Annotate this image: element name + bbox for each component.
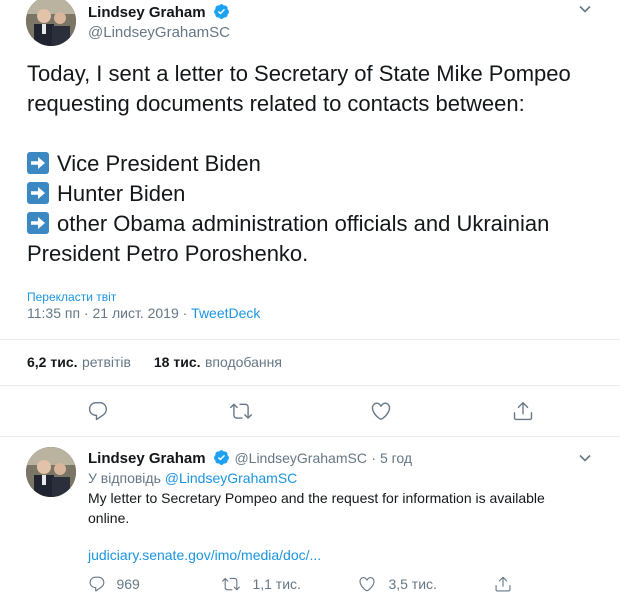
- likes-stat[interactable]: 18 тис. вподобання: [154, 354, 282, 371]
- translate-tweet-link[interactable]: Перекласти твіт: [27, 290, 116, 304]
- verified-badge-icon: [213, 449, 230, 466]
- tweet-timestamp: 11:35 пп · 21 лист. 2019 · TweetDeck: [27, 305, 261, 321]
- arrow-right-icon: [27, 212, 49, 234]
- chevron-down-icon[interactable]: [578, 2, 592, 16]
- share-icon[interactable]: [512, 400, 534, 422]
- like-icon[interactable]: [370, 400, 392, 422]
- reply-text: My letter to Secretary Pompeo and the re…: [88, 490, 545, 526]
- author-avatar[interactable]: [26, 0, 76, 46]
- reply-action-like[interactable]: 3,5 тис.: [358, 575, 437, 594]
- author-name[interactable]: Lindsey Graham: [88, 4, 206, 21]
- reply-link[interactable]: judiciary.senate.gov/imo/media/doc/...: [88, 547, 321, 563]
- reply-author-name[interactable]: Lindsey Graham: [88, 450, 206, 467]
- reply-icon[interactable]: [87, 400, 109, 422]
- arrow-right-icon: [27, 182, 49, 204]
- share-icon[interactable]: [494, 575, 512, 593]
- retweets-stat[interactable]: 6,2 тис. ретвітів: [27, 354, 135, 371]
- reply-icon: [88, 575, 106, 593]
- tweet-source[interactable]: TweetDeck: [191, 305, 260, 321]
- tweet-bullet: other Obama administration officials and…: [27, 211, 550, 266]
- reply-action-reply[interactable]: 969: [88, 575, 140, 594]
- verified-badge-icon: [213, 3, 230, 20]
- tweet-stats: 6,2 тис. ретвітів 18 тис. вподобання: [27, 354, 282, 372]
- chevron-down-icon[interactable]: [578, 451, 592, 465]
- reply-author-avatar[interactable]: [26, 447, 76, 497]
- tweet-bullet: Hunter Biden: [27, 179, 597, 209]
- reply-time[interactable]: · 5 год: [371, 450, 412, 466]
- retweet-icon[interactable]: [230, 400, 252, 422]
- author-handle[interactable]: @LindseyGrahamSC: [88, 24, 230, 41]
- tweet-bullet: Vice President Biden: [27, 149, 597, 179]
- reply-author-handle[interactable]: @LindseyGrahamSC: [234, 450, 367, 466]
- tweet-text: Today, I sent a letter to Secretary of S…: [27, 59, 597, 269]
- tweet-intro: Today, I sent a letter to Secretary of S…: [27, 61, 571, 116]
- retweet-icon: [222, 575, 240, 593]
- reply-context: У відповідь @LindseyGrahamSC: [88, 470, 298, 486]
- reply-action-retweet[interactable]: 1,1 тис.: [222, 575, 301, 594]
- reply-to-link[interactable]: @LindseyGrahamSC: [165, 470, 298, 486]
- like-icon: [358, 575, 376, 593]
- arrow-right-icon: [27, 152, 49, 174]
